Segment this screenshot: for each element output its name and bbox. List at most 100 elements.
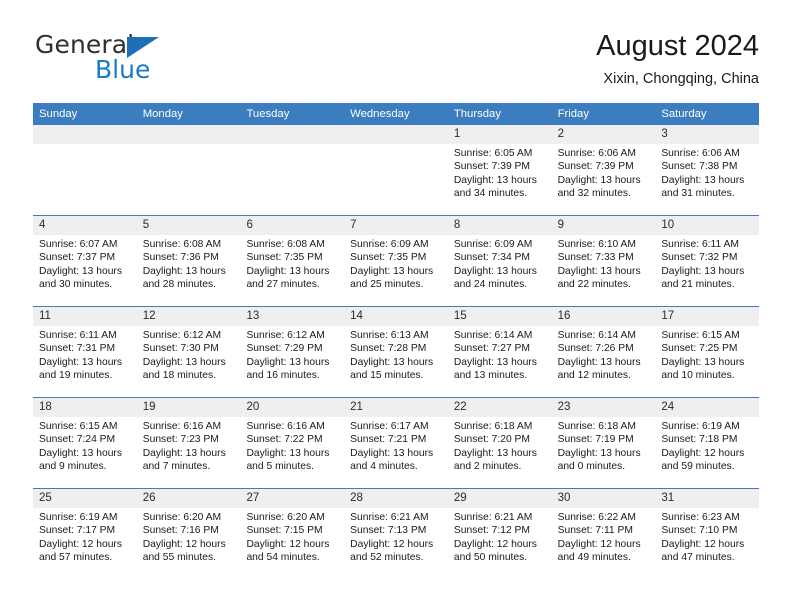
sunrise-text: Sunrise: 6:18 AM bbox=[557, 421, 637, 432]
day-number: 1 bbox=[453, 128, 461, 140]
calendar-day-cell[interactable]: 29 Sunrise: 6:21 AM Sunset: 7:12 PM Dayligh… bbox=[448, 489, 552, 577]
calendar-day-cell[interactable]: 15 Sunrise: 6:14 AM Sunset: 7:27 PM Dayligh… bbox=[448, 307, 552, 397]
calendar-day-cell[interactable]: 6 Sunrise: 6:08 AM Sunset: 7:35 PM Daylight… bbox=[240, 216, 344, 306]
location-subtitle: Xixin, Chongqing, China bbox=[603, 71, 759, 87]
day-number: 21 bbox=[350, 401, 363, 413]
daylight-text-line1: Daylight: 13 hours bbox=[142, 265, 226, 277]
sunset-text: Sunset: 7:19 PM bbox=[557, 434, 634, 446]
daylight-text-line2: and 30 minutes. bbox=[39, 278, 113, 290]
sun-info: Sunrise: 6:08 AM Sunset: 7:36 PM Daylight:… bbox=[143, 238, 235, 291]
calendar-day-cell[interactable]: 18 Sunrise: 6:15 AM Sunset: 7:24 PM Dayligh… bbox=[33, 398, 137, 488]
calendar-day-cell[interactable]: 13 Sunrise: 6:12 AM Sunset: 7:29 PM Dayligh… bbox=[240, 307, 344, 397]
sunset-text: Sunset: 7:33 PM bbox=[557, 252, 634, 264]
calendar-day-cell[interactable]: 30 Sunrise: 6:22 AM Sunset: 7:11 PM Dayligh… bbox=[552, 489, 656, 577]
day-number: 23 bbox=[557, 401, 571, 413]
sun-info: Sunrise: 6:15 AM Sunset: 7:25 PM Daylight:… bbox=[661, 329, 753, 382]
calendar-day-cell[interactable]: 31 Sunrise: 6:23 AM Sunset: 7:10 PM Dayligh… bbox=[655, 489, 759, 577]
calendar-day-cell[interactable]: 17 Sunrise: 6:15 AM Sunset: 7:25 PM Dayligh… bbox=[655, 307, 759, 397]
day-number: 2 bbox=[557, 128, 564, 140]
daylight-text-line1: Daylight: 13 hours bbox=[453, 265, 537, 277]
calendar-day-cell[interactable]: 23 Sunrise: 6:18 AM Sunset: 7:19 PM Dayligh… bbox=[552, 398, 656, 488]
sun-info: Sunrise: 6:06 AM Sunset: 7:38 PM Daylight:… bbox=[661, 147, 753, 200]
calendar-day-cell[interactable]: 26 Sunrise: 6:20 AM Sunset: 7:16 PM Dayligh… bbox=[137, 489, 241, 577]
calendar-day-cell[interactable]: 19 Sunrise: 6:16 AM Sunset: 7:23 PM Dayligh… bbox=[137, 398, 241, 488]
daylight-text-line2: and 49 minutes. bbox=[557, 551, 631, 563]
calendar-day-cell[interactable]: 14 Sunrise: 6:13 AM Sunset: 7:28 PM Dayligh… bbox=[344, 307, 448, 397]
sunrise-text: Sunrise: 6:13 AM bbox=[350, 330, 429, 341]
sunset-text: Sunset: 7:10 PM bbox=[661, 525, 738, 537]
calendar-day-cell[interactable]: 28 Sunrise: 6:21 AM Sunset: 7:13 PM Dayligh… bbox=[344, 489, 448, 577]
daylight-text-line2: and 15 minutes. bbox=[350, 369, 424, 381]
sunrise-text: Sunrise: 6:06 AM bbox=[661, 148, 740, 159]
daylight-text-line1: Daylight: 13 hours bbox=[39, 447, 122, 459]
calendar-grid: Sunday Monday Tuesday Wednesday Thursday… bbox=[33, 103, 759, 577]
calendar-day-cell[interactable]: 20 Sunrise: 6:16 AM Sunset: 7:22 PM Dayligh… bbox=[240, 398, 344, 488]
day-number: 16 bbox=[557, 310, 571, 322]
sunset-text: Sunset: 7:12 PM bbox=[453, 525, 531, 537]
day-number: 30 bbox=[557, 492, 571, 504]
daylight-text-line1: Daylight: 13 hours bbox=[246, 356, 330, 368]
sunrise-text: Sunrise: 6:17 AM bbox=[350, 421, 429, 432]
calendar-day-cell[interactable]: 7 Sunrise: 6:09 AM Sunset: 7:35 PM Daylight… bbox=[344, 216, 448, 306]
sunset-text: Sunset: 7:34 PM bbox=[453, 252, 531, 264]
calendar-day-cell[interactable]: 3 Sunrise: 6:06 AM Sunset: 7:38 PM Daylight… bbox=[655, 125, 759, 215]
day-number: 6 bbox=[246, 219, 253, 231]
sunrise-text: Sunrise: 6:21 AM bbox=[453, 512, 533, 523]
day-number: 31 bbox=[661, 492, 675, 504]
day-number: 20 bbox=[246, 401, 260, 413]
calendar-day-cell[interactable]: 16 Sunrise: 6:14 AM Sunset: 7:26 PM Dayligh… bbox=[552, 307, 656, 397]
calendar-day-cell[interactable]: 12 Sunrise: 6:12 AM Sunset: 7:30 PM Dayligh… bbox=[137, 307, 241, 397]
calendar-day-cell[interactable]: 24 Sunrise: 6:19 AM Sunset: 7:18 PM Dayligh… bbox=[655, 398, 759, 488]
daylight-text-line1: Daylight: 12 hours bbox=[661, 538, 745, 550]
calendar-day-cell[interactable]: 8 Sunrise: 6:09 AM Sunset: 7:34 PM Daylight… bbox=[448, 216, 552, 306]
sunrise-text: Sunrise: 6:11 AM bbox=[39, 330, 117, 341]
daylight-text-line2: and 19 minutes. bbox=[39, 369, 113, 381]
logo-text-blue: Blue bbox=[95, 55, 151, 84]
calendar-day-cell[interactable]: 1 Sunrise: 6:05 AM Sunset: 7:39 PM Daylight… bbox=[448, 125, 552, 215]
weekday-header-tuesday: Tuesday bbox=[246, 108, 290, 120]
calendar-day-cell[interactable]: 27 Sunrise: 6:20 AM Sunset: 7:15 PM Dayligh… bbox=[240, 489, 344, 577]
daylight-text-line1: Daylight: 13 hours bbox=[661, 174, 745, 186]
sun-info: Sunrise: 6:22 AM Sunset: 7:11 PM Daylight:… bbox=[558, 511, 650, 564]
calendar-day-cell[interactable]: 10 Sunrise: 6:11 AM Sunset: 7:32 PM Dayligh… bbox=[655, 216, 759, 306]
daylight-text-line2: and 0 minutes. bbox=[557, 460, 626, 472]
day-number: 12 bbox=[142, 310, 156, 322]
page-header: General Blue August 2024 Xixin, Chongqin… bbox=[33, 28, 759, 100]
day-number: 10 bbox=[661, 219, 675, 231]
daylight-text-line2: and 31 minutes. bbox=[661, 187, 735, 199]
sun-info: Sunrise: 6:12 AM Sunset: 7:29 PM Daylight:… bbox=[246, 329, 338, 382]
calendar-day-cell[interactable]: 2 Sunrise: 6:06 AM Sunset: 7:39 PM Daylight… bbox=[552, 125, 656, 215]
calendar-day-cell[interactable]: 4 Sunrise: 6:07 AM Sunset: 7:37 PM Daylight… bbox=[33, 216, 137, 306]
weekday-header-row: Sunday Monday Tuesday Wednesday Thursday… bbox=[33, 103, 759, 125]
sunrise-text: Sunrise: 6:19 AM bbox=[661, 421, 740, 432]
daylight-text-line1: Daylight: 13 hours bbox=[453, 174, 537, 186]
page-title: August 2024 bbox=[596, 30, 759, 62]
daylight-text-line2: and 10 minutes. bbox=[661, 369, 735, 381]
calendar-day-cell[interactable]: 11 Sunrise: 6:11 AM Sunset: 7:31 PM Dayligh… bbox=[33, 307, 137, 397]
sun-info: Sunrise: 6:21 AM Sunset: 7:13 PM Daylight:… bbox=[350, 511, 442, 564]
daylight-text-line2: and 18 minutes. bbox=[142, 369, 216, 381]
day-number: 27 bbox=[246, 492, 260, 504]
daylight-text-line2: and 2 minutes. bbox=[453, 460, 522, 472]
calendar-page: General Blue August 2024 Xixin, Chongqin… bbox=[0, 0, 792, 612]
daylight-text-line1: Daylight: 13 hours bbox=[557, 447, 641, 459]
daylight-text-line1: Daylight: 13 hours bbox=[350, 265, 434, 277]
calendar-day-cell[interactable]: 25 Sunrise: 6:19 AM Sunset: 7:17 PM Dayligh… bbox=[33, 489, 137, 577]
daylight-text-line2: and 7 minutes. bbox=[142, 460, 211, 472]
day-number: 17 bbox=[661, 310, 675, 322]
sunset-text: Sunset: 7:36 PM bbox=[142, 252, 219, 264]
calendar-day-cell[interactable]: 21 Sunrise: 6:17 AM Sunset: 7:21 PM Dayligh… bbox=[344, 398, 448, 488]
day-number: 19 bbox=[142, 401, 156, 413]
general-blue-logo[interactable]: General Blue bbox=[33, 28, 283, 90]
daylight-text-line1: Daylight: 12 hours bbox=[350, 538, 434, 550]
day-number: 29 bbox=[453, 492, 467, 504]
day-number: 24 bbox=[661, 401, 675, 413]
sunset-text: Sunset: 7:32 PM bbox=[661, 252, 738, 264]
calendar-week-row: 11 Sunrise: 6:11 AM Sunset: 7:31 PM Dayligh… bbox=[33, 306, 759, 397]
calendar-day-cell[interactable]: 22 Sunrise: 6:18 AM Sunset: 7:20 PM Dayligh… bbox=[448, 398, 552, 488]
daylight-text-line2: and 16 minutes. bbox=[246, 369, 320, 381]
sunrise-text: Sunrise: 6:21 AM bbox=[350, 512, 429, 523]
sun-info: Sunrise: 6:15 AM Sunset: 7:24 PM Daylight:… bbox=[39, 420, 131, 473]
calendar-day-cell[interactable]: 5 Sunrise: 6:08 AM Sunset: 7:36 PM Daylight… bbox=[137, 216, 241, 306]
calendar-day-cell[interactable]: 9 Sunrise: 6:10 AM Sunset: 7:33 PM Daylight… bbox=[552, 216, 656, 306]
